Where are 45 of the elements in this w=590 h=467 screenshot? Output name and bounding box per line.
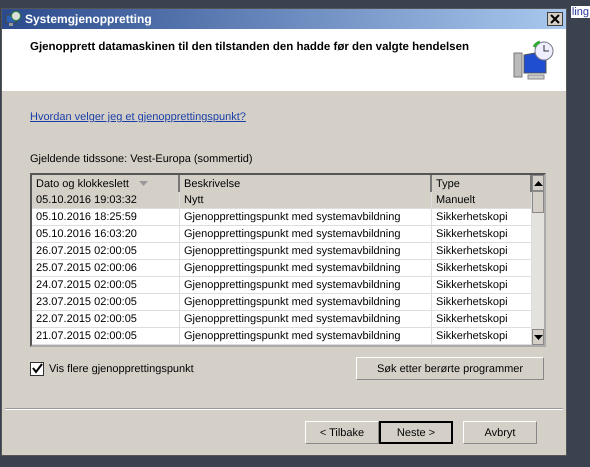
window-title: Systemgjenoppretting [25,12,153,26]
up-arrow-icon [534,180,542,186]
sort-arrow-icon [138,181,148,186]
restore-icon [5,11,21,27]
table-row[interactable]: 05.10.2016 19:03:32 Nytt Manuelt [32,192,532,209]
close-button[interactable] [547,12,563,26]
table-cell: Gjenopprettingspunkt med systemavbildning [180,311,432,327]
background-text: ling [570,6,590,18]
table-cell: Gjenopprettingspunkt med systemavbildning [180,294,432,310]
table-cell: Gjenopprettingspunkt med systemavbildning [180,328,432,344]
checkbox[interactable] [30,362,44,376]
scan-programs-button[interactable]: Søk etter berørte programmer [356,357,544,380]
table-row[interactable]: 05.10.2016 18:25:59 Gjenopprettingspunkt med systemavbildning Sikkerhetskopi [32,209,532,226]
table-cell: 22.07.2015 02:00:05 [32,311,180,327]
table-cell: 05.10.2016 18:25:59 [32,209,180,225]
table-cell: Gjenopprettingspunkt med systemavbildning [180,277,432,293]
table-cell: Gjenopprettingspunkt med systemavbildning [180,226,432,242]
table-row[interactable]: 23.07.2015 02:00:05 Gjenopprettingspunkt med systemavbildning Sikkerhetskopi [32,294,532,311]
scrollbar[interactable] [532,175,544,345]
timezone-label: Gjeldende tidssone: Vest-Europa (sommertid) [30,153,254,165]
table-cell: 23.07.2015 02:00:05 [32,294,180,310]
table-cell: Nytt [180,192,432,208]
table-cell: 25.07.2015 02:00:06 [32,260,180,276]
table-cell: Gjenopprettingspunkt med systemavbildning [180,260,432,276]
table-row[interactable]: 21.07.2015 02:00:05 Gjenopprettingspunkt med systemavbildning Sikkerhetskopi [32,328,532,345]
down-arrow-icon [534,334,542,340]
table-cell: 05.10.2016 19:03:32 [32,192,180,208]
table-cell: 26.07.2015 02:00:05 [32,243,180,259]
table-row[interactable]: 25.07.2015 02:00:06 Gjenopprettingspunkt med systemavbildning Sikkerhetskopi [32,260,532,277]
checkbox-label: Vis flere gjenopprettingspunkt [49,362,194,374]
table-row[interactable]: 22.07.2015 02:00:05 Gjenopprettingspunkt med systemavbildning Sikkerhetskopi [32,311,532,328]
table-cell: 05.10.2016 16:03:20 [32,226,180,242]
scroll-thumb[interactable] [532,191,544,213]
wizard-button[interactable]: < Tilbake [305,421,379,444]
wizard-button[interactable]: Neste > [379,421,453,444]
table-cell: Gjenopprettingspunkt med systemavbildning [180,243,432,259]
table-cell: Gjenopprettingspunkt med systemavbildning [180,209,432,225]
table-row[interactable]: 26.07.2015 02:00:05 Gjenopprettingspunkt med systemavbildning Sikkerhetskopi [32,243,532,260]
heading: Gjenopprett datamaskinen til den tilstanden den hadde før den valgte hendelsen [30,41,469,55]
table-row[interactable]: 05.10.2016 16:03:20 Gjenopprettingspunkt med systemavbildning Sikkerhetskopi [32,226,532,243]
table-cell: 21.07.2015 02:00:05 [32,328,180,344]
wizard-button[interactable]: Avbryt [463,421,537,444]
table-cell: 24.07.2015 02:00:05 [32,277,180,293]
help-link[interactable]: Hvordan velger jeg et gjenopprettingspunkt? [30,111,546,123]
table-row[interactable]: 24.07.2015 02:00:05 Gjenopprettingspunkt med systemavbildning Sikkerhetskopi [32,277,532,294]
